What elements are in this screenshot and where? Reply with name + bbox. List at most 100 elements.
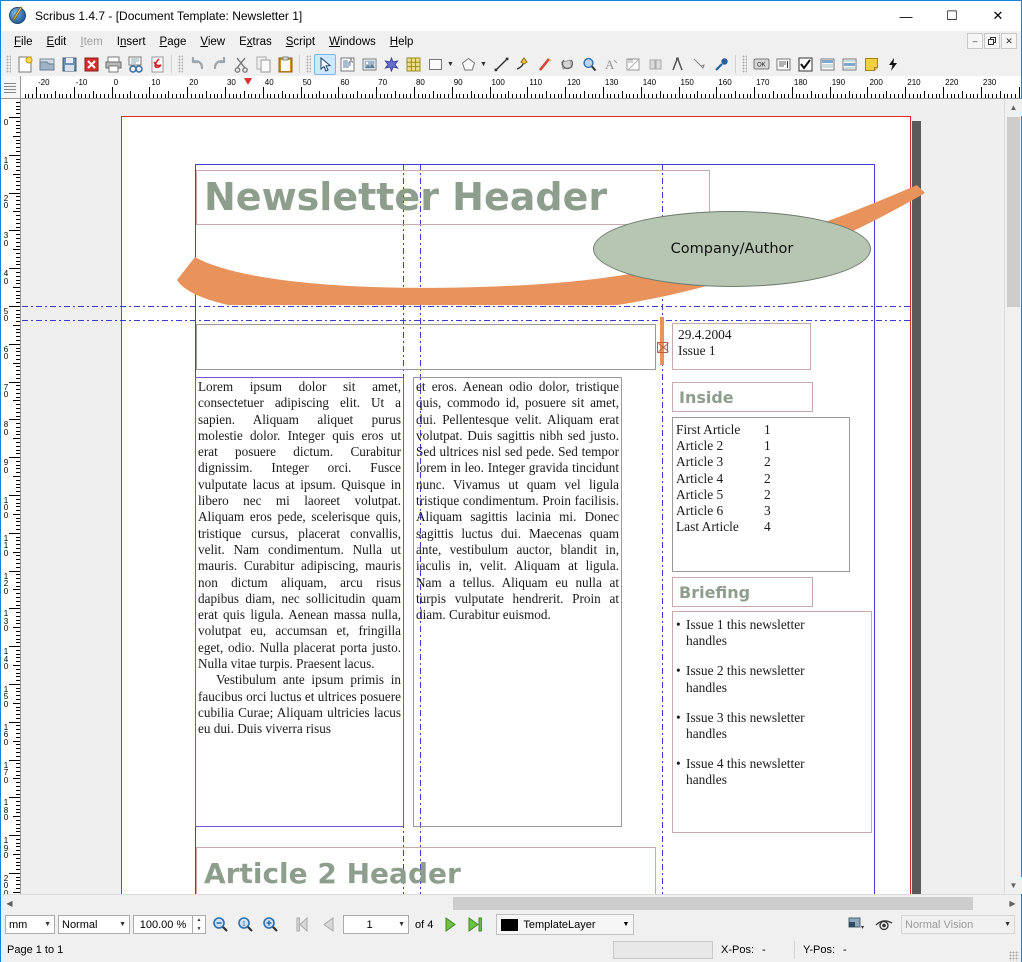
zoom-out-icon[interactable] — [209, 914, 231, 935]
scroll-up-arrow[interactable]: ▲ — [1005, 99, 1022, 116]
scroll-right-arrow[interactable]: ▶ — [1004, 895, 1021, 912]
toolbar-grip[interactable] — [6, 55, 11, 73]
zoom-100-icon[interactable]: 1 — [234, 914, 256, 935]
ruler-tick — [527, 87, 529, 98]
link-text-frames-icon[interactable] — [622, 54, 644, 75]
vision-mode-combo[interactable]: Normal Vision ▼ — [901, 915, 1015, 934]
ruler-tick — [746, 94, 748, 98]
scroll-down-arrow[interactable]: ▼ — [1005, 877, 1022, 894]
pdf-annotation-icon[interactable] — [860, 54, 882, 75]
menu-item[interactable]: Item — [73, 34, 109, 50]
article2-header-frame[interactable]: Article 2 Header — [196, 847, 656, 894]
export-pdf-icon[interactable] — [146, 54, 168, 75]
select-item-icon[interactable] — [314, 53, 336, 75]
horizontal-scroll-thumb[interactable] — [453, 897, 973, 910]
unlink-text-frames-icon[interactable] — [644, 54, 666, 75]
edit-text-icon[interactable]: A — [600, 54, 622, 75]
horizontal-scrollbar[interactable]: ◀ ▶ — [1, 894, 1021, 912]
pdf-link-annotation-icon[interactable] — [882, 54, 904, 75]
document-canvas[interactable]: Newsletter Header Company/Author 29.4.20… — [21, 99, 1004, 894]
new-document-icon[interactable] — [14, 54, 36, 75]
page-number-combo[interactable]: 1 ▼ — [343, 915, 409, 934]
insert-render-frame-icon[interactable] — [380, 54, 402, 75]
menu-extras[interactable]: Extras — [232, 34, 279, 50]
open-document-icon[interactable] — [36, 54, 58, 75]
text-overflow-marker[interactable] — [657, 342, 668, 353]
insert-line-icon[interactable] — [490, 54, 512, 75]
last-page-icon[interactable] — [464, 914, 486, 935]
eye-dropper-icon[interactable] — [710, 54, 732, 75]
polygon-dropdown-icon[interactable]: ▼ — [479, 54, 490, 75]
insert-freehand-line-icon[interactable] — [534, 54, 556, 75]
issue-date-frame[interactable]: 29.4.2004 Issue 1 — [672, 323, 811, 370]
cut-icon[interactable] — [230, 54, 252, 75]
insert-image-frame-icon[interactable] — [358, 54, 380, 75]
menu-windows[interactable]: Windows — [322, 34, 383, 50]
preview-mode-icon[interactable] — [845, 914, 867, 935]
menu-script[interactable]: Script — [279, 34, 322, 50]
vertical-ruler[interactable]: 0 10 20 30 40 50 60 70 80 90 100 110 120 130 140 150 160… — [1, 99, 21, 894]
scroll-left-arrow[interactable]: ◀ — [1, 895, 18, 912]
copy-item-properties-icon[interactable] — [688, 54, 710, 75]
toolbar-grip-edit[interactable] — [178, 55, 183, 73]
undo-icon[interactable] — [186, 54, 208, 75]
zoom-spin-up[interactable]: ▲ — [193, 916, 205, 925]
vertical-scrollbar[interactable]: ▲ ▼ — [1004, 99, 1022, 894]
preview-mode-combo[interactable]: Normal ▼ — [58, 915, 130, 934]
mdi-restore-button[interactable] — [984, 33, 1000, 49]
company-author-ellipse[interactable]: Company/Author — [593, 211, 871, 287]
menu-help[interactable]: Help — [383, 34, 421, 50]
redo-icon[interactable] — [208, 54, 230, 75]
close-document-icon[interactable] — [80, 54, 102, 75]
insert-polygon-icon[interactable] — [457, 54, 479, 75]
layer-selector[interactable]: TemplateLayer ▼ — [496, 914, 635, 935]
close-button[interactable]: ✕ — [975, 1, 1021, 31]
zoom-in-icon[interactable] — [259, 914, 281, 935]
units-combo[interactable]: mm ▼ — [5, 915, 55, 934]
insert-bezier-curve-icon[interactable] — [512, 54, 534, 75]
horizontal-ruler[interactable]: -20 -10 0 10 20 30 40 50 60 70 80 90 100 110 120 130 140… — [21, 76, 1021, 99]
insert-text-frame-icon[interactable]: A — [336, 54, 358, 75]
mdi-close-button[interactable]: ✕ — [1001, 33, 1017, 49]
toolbar-grip-tools[interactable] — [306, 55, 311, 73]
shape-dropdown-icon[interactable]: ▼ — [446, 54, 457, 75]
print-icon[interactable] — [102, 54, 124, 75]
document-page[interactable]: Newsletter Header Company/Author 29.4.20… — [22, 116, 925, 894]
first-page-icon[interactable] — [293, 914, 315, 935]
inside-heading-frame[interactable]: Inside — [672, 382, 813, 412]
insert-shape-icon[interactable] — [424, 54, 446, 75]
ruler-tick — [829, 87, 831, 98]
pdf-check-box-icon[interactable] — [794, 54, 816, 75]
pdf-combo-box-icon[interactable] — [816, 54, 838, 75]
zoom-spin-down[interactable]: ▼ — [193, 925, 205, 934]
empty-text-frame[interactable] — [196, 324, 656, 370]
menu-edit[interactable]: Edit — [40, 34, 74, 50]
zoom-spinbox[interactable]: 100.00 % ▲ ▼ — [133, 915, 206, 934]
menu-insert[interactable]: Insert — [110, 34, 153, 50]
print-preview-icon[interactable] — [124, 54, 146, 75]
menu-file[interactable]: File — [7, 34, 40, 50]
eye-vision-icon[interactable] — [873, 914, 895, 935]
toolbar-grip-pdf[interactable] — [742, 55, 747, 73]
ruler-origin-button[interactable] — [1, 76, 21, 99]
save-document-icon[interactable] — [58, 54, 80, 75]
pdf-text-field-icon[interactable] — [772, 54, 794, 75]
zoom-icon[interactable] — [578, 54, 600, 75]
maximize-button[interactable]: ☐ — [929, 1, 975, 31]
menu-page[interactable]: Page — [153, 34, 194, 50]
pdf-list-box-icon[interactable] — [838, 54, 860, 75]
previous-page-icon[interactable] — [318, 914, 340, 935]
briefing-heading-frame[interactable]: Briefing — [672, 577, 813, 607]
next-page-icon[interactable] — [439, 914, 461, 935]
resize-grip[interactable] — [1009, 951, 1019, 961]
minimize-button[interactable]: — — [883, 1, 929, 31]
rotate-item-icon[interactable] — [556, 54, 578, 75]
insert-table-icon[interactable] — [402, 54, 424, 75]
mdi-minimize-button[interactable]: – — [967, 33, 983, 49]
pdf-push-button-icon[interactable]: OK — [750, 54, 772, 75]
copy-icon[interactable] — [252, 54, 274, 75]
vertical-scroll-thumb[interactable] — [1007, 117, 1020, 307]
paste-icon[interactable] — [274, 54, 296, 75]
menu-view[interactable]: View — [193, 34, 232, 50]
measurements-icon[interactable] — [666, 54, 688, 75]
